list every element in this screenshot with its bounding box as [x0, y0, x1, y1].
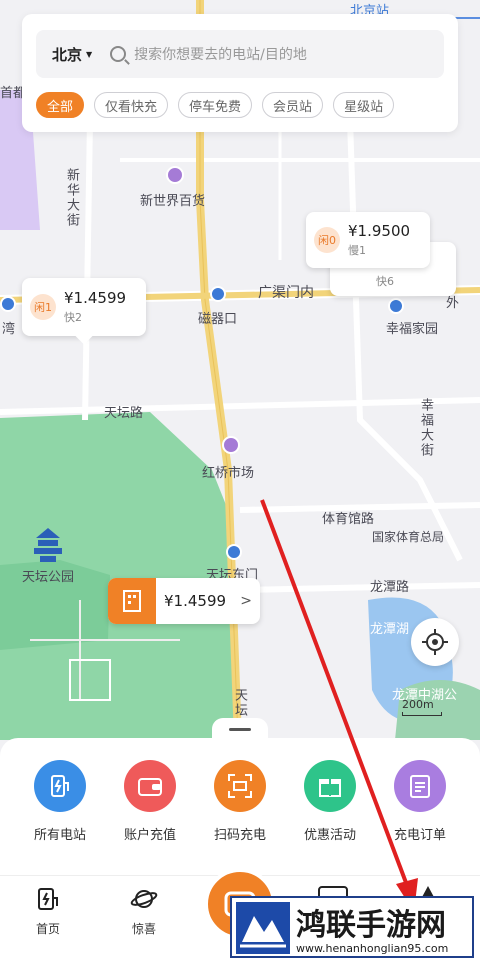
watermark-url: www.henanhonglian95.com [296, 942, 449, 955]
red-arrow-annotation [260, 499, 418, 912]
watermark-logo-icon [236, 902, 290, 954]
watermark-title: 鸿联手游网 [296, 908, 446, 943]
watermark: 鸿联手游网 www.henanhonglian95.com [230, 896, 474, 958]
